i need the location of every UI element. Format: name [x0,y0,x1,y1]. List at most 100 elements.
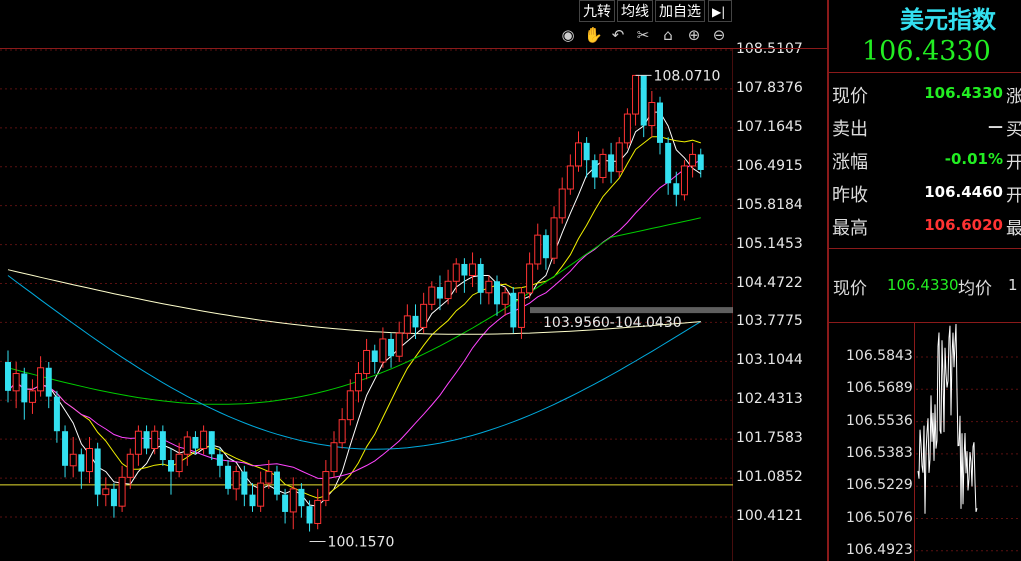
candle-body [412,315,419,328]
quote-tail-0: 涨 [1006,87,1021,107]
instrument-title: 美元指数 [900,5,996,34]
ytick-label: 108.5107 [736,41,803,57]
candle-body [306,506,313,524]
ytick-label: 105.1453 [736,235,803,252]
quote-tail-2: 开 [1006,153,1021,173]
candle-body [62,431,69,466]
candle-body [192,436,199,449]
candle-body [354,373,362,392]
candle-body [558,188,566,219]
candle-body [37,367,45,392]
quote-tail-4: 最 [1006,219,1021,239]
candle-body [575,142,582,167]
kline-chart[interactable]: 108.0710 100.1570 103.9560-104.0430 [0,0,733,561]
candle-body [697,154,704,170]
candle-body [86,448,93,473]
scissors-icon[interactable]: ✂ [634,26,652,44]
candle-body [566,165,574,190]
tick-chart[interactable] [916,322,1021,561]
range-label: 103.9560-104.0430 [543,315,682,331]
zoom-out-icon[interactable]: ⊖ [710,26,728,44]
mini-avg-label: 均价 [958,279,992,299]
candle-body [388,338,395,357]
quote-value-2: -0.01% [944,150,1003,168]
mini-ytick-label: 106.5076 [846,509,913,526]
ytick-label: 103.1044 [736,352,803,369]
candle-body [550,217,558,259]
quote-label-2: 涨幅 [832,152,868,173]
add-watchlist-button[interactable]: 加自选 [655,0,705,22]
candle-body [632,74,640,115]
tick-price-line [917,323,978,514]
candle-body [94,448,101,495]
lock-icon[interactable]: ⌂ [659,26,677,44]
mini-avg-value: 1 [1008,276,1018,294]
quote-tail-3: 开 [1006,186,1021,206]
ma60-line [7,275,702,450]
candle-body [510,292,517,328]
low-label: 100.1570 [328,535,395,551]
quote-label-4: 最高 [832,218,868,239]
axis-divider [733,48,827,49]
zoom-in-icon[interactable]: ⊕ [685,26,703,44]
candle-body [485,280,493,294]
candle-body [403,315,411,334]
candle-body [216,454,223,466]
candle-body [257,482,265,507]
candle-body [78,454,85,472]
candle-body [12,373,20,392]
collapse-panel-button[interactable]: ▶| [708,0,732,22]
candle-body [542,235,549,259]
candle-body [330,442,338,473]
candle-body [232,471,240,490]
candle-body [322,471,330,501]
quote-value-0: 106.4330 [924,84,1003,102]
candle-body [225,465,232,489]
candle-body [338,419,346,444]
mini-now-value: 106.4330 [887,276,959,294]
hand-icon[interactable]: ✋ [584,26,603,44]
range-band [530,307,733,314]
candle-body [591,160,598,178]
eye-icon[interactable]: ◉ [559,26,577,44]
candle-body [452,263,460,282]
mini-ytick-label: 106.4923 [846,541,913,558]
mini-ytick-label: 106.5689 [846,380,913,397]
candle-body [200,430,208,450]
jiuzhuan-button[interactable]: 九转 [579,0,615,22]
candle-body [134,430,142,455]
candle-body [289,488,297,513]
undo-icon[interactable]: ↶ [609,26,627,44]
mini-now-label: 现价 [833,279,867,299]
chart-top-border [0,48,733,49]
ma-button[interactable]: 均线 [617,0,653,22]
candle-body [363,349,371,375]
candle-body [5,362,11,391]
candle-body [526,263,534,294]
ytick-label: 101.0852 [736,469,803,486]
candle-body [444,280,452,300]
candle-body [608,154,615,172]
candle-body [657,102,663,143]
candle-body [175,453,183,473]
candle-body [273,471,280,495]
candle-body [241,471,248,495]
candle-body [183,436,191,455]
quote-label-1: 卖出 [832,119,868,140]
candle-body [623,113,631,144]
ytick-label: 100.4121 [736,508,803,524]
candle-body [648,102,656,127]
candle-body [168,460,174,472]
candle-body [249,494,256,507]
candle-body [615,142,623,173]
quote-divider [829,72,1021,73]
candle-body [265,471,273,484]
candle-body [21,373,28,403]
candle-body [126,453,134,478]
candle-body [436,287,443,299]
mini-ytick-label: 106.5843 [846,348,913,364]
candle-body [159,431,166,461]
mini-ytick-label: 106.5229 [846,477,913,494]
quote-label-0: 现价 [832,86,868,107]
candle-body [102,488,110,496]
